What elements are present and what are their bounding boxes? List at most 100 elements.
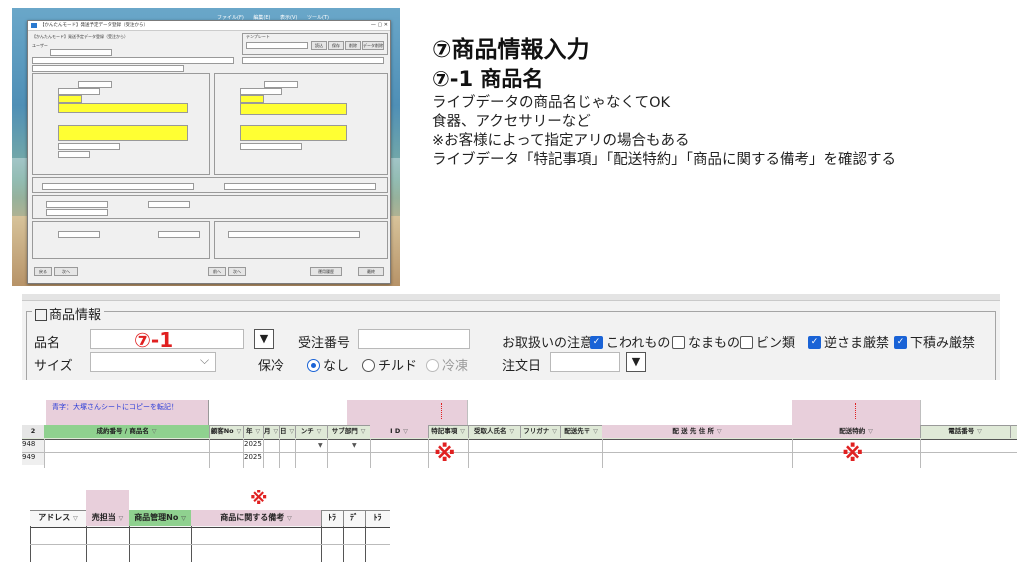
col-extra-1[interactable]: ﾄﾗ bbox=[321, 510, 344, 526]
sender-address[interactable] bbox=[58, 103, 188, 113]
history-button[interactable]: 運用履歴 bbox=[310, 267, 342, 276]
product-info-legend[interactable]: 商品情報 bbox=[32, 304, 105, 323]
order-date-input[interactable] bbox=[550, 352, 620, 372]
product-name-mini[interactable] bbox=[46, 201, 108, 208]
sender-zip[interactable] bbox=[58, 95, 82, 103]
row-number[interactable]: 949 bbox=[22, 453, 44, 465]
instruction-line-4: ライブデータ「特記事項」「配送特約」「商品に関する備考」を確認する bbox=[432, 152, 896, 168]
checkbox-checked-icon[interactable]: ✓ bbox=[808, 336, 821, 349]
recipient-zip[interactable] bbox=[240, 95, 264, 103]
recipient-address[interactable] bbox=[240, 103, 347, 115]
col-extra-2[interactable]: ﾃﾞ bbox=[343, 510, 366, 526]
col-address[interactable]: アドレス ▽ bbox=[30, 510, 87, 526]
cool-none[interactable]: なし bbox=[307, 355, 349, 374]
recipient-phone[interactable] bbox=[240, 88, 282, 95]
product-info-form: 商品情報 品名 ⑦-1 ▼ 受注番号 お取扱いの注意 ✓ こわれもの なまもの ビ… bbox=[22, 294, 1000, 386]
handling-no-stacking[interactable]: ✓ 下積み厳禁 bbox=[894, 332, 975, 351]
handling-label: お取扱いの注意 bbox=[502, 336, 594, 351]
window-controls[interactable]: — ▢ ✕ bbox=[371, 22, 388, 28]
options-row[interactable] bbox=[32, 57, 234, 64]
sender-mail[interactable] bbox=[58, 143, 120, 150]
app-window: 【かんたんモード】発送予定データ登録（受注から） — ▢ ✕ 【かんたんモード】… bbox=[27, 20, 391, 284]
ship-date-mini[interactable] bbox=[58, 231, 100, 238]
col-furigana[interactable]: フリガナ ▽ bbox=[520, 425, 561, 438]
radio-selected-icon[interactable] bbox=[307, 359, 320, 372]
cell-dropdown-icon[interactable]: ▼ bbox=[352, 442, 357, 449]
app-screenshot: ファイル(F) 編集(E) 表示(V) ツール(T) 【かんたんモード】発送予定… bbox=[12, 8, 400, 286]
row-header[interactable]: 2 bbox=[22, 425, 45, 438]
billing-mini[interactable] bbox=[228, 231, 360, 238]
handling-no-upside-down[interactable]: ✓ 逆さま厳禁 bbox=[808, 332, 889, 351]
note-cell[interactable]: 青字：大塚さんシートにコピーを転記！ bbox=[46, 400, 209, 426]
col-year[interactable]: 年 ▽ bbox=[243, 425, 264, 438]
recipient-mail[interactable] bbox=[240, 143, 302, 150]
col-sales-rep[interactable]: 売担当 ▽ bbox=[86, 510, 130, 526]
product-name-dropdown[interactable]: ▼ bbox=[254, 329, 274, 349]
col-phone[interactable]: 電話番号 ▽ bbox=[920, 425, 1011, 438]
save-template-button[interactable]: 保存 bbox=[328, 41, 344, 50]
col-customer-no[interactable]: 顧客No ▽ bbox=[209, 425, 244, 438]
final-button[interactable]: 最終 bbox=[358, 267, 384, 276]
sender-phone[interactable] bbox=[58, 88, 100, 95]
sender-code[interactable] bbox=[78, 81, 112, 88]
order-date-dropdown[interactable]: ▼ bbox=[626, 352, 646, 372]
delete-template-button[interactable]: 削除 bbox=[345, 41, 361, 50]
load-button[interactable]: 読込 bbox=[311, 41, 327, 50]
spreadsheet-bottom: ※ アドレス ▽ 売担当 ▽ 商品管理No ▽ 商品に関する備考 ▽ ﾄﾗ ﾃﾞ… bbox=[30, 490, 390, 562]
mode-label: 【かんたんモード】発送予定データ登録（受注から） bbox=[32, 34, 128, 39]
col-id[interactable]: I D ▽ bbox=[370, 425, 429, 438]
history-row[interactable] bbox=[242, 57, 384, 64]
section-title: ⑦-1 商品名 bbox=[432, 67, 544, 91]
col-month[interactable]: 月 ▽ bbox=[263, 425, 280, 438]
year-cell[interactable]: 2025 bbox=[244, 440, 262, 448]
chevron-down-icon[interactable]: ⌵ bbox=[200, 353, 209, 368]
col-product-remarks[interactable]: 商品に関する備考 ▽ bbox=[191, 510, 322, 526]
next-button[interactable]: 次へ bbox=[228, 267, 246, 276]
data-delete-button[interactable]: データ削除 bbox=[362, 41, 384, 50]
radio-icon[interactable] bbox=[362, 359, 375, 372]
checkbox-icon[interactable] bbox=[740, 336, 753, 349]
collapse-icon[interactable] bbox=[35, 308, 47, 321]
sender-extra[interactable] bbox=[58, 151, 90, 158]
size-mini[interactable] bbox=[46, 209, 108, 216]
size-select[interactable] bbox=[90, 352, 216, 372]
col-special-notes[interactable]: 特記事項 ▽ bbox=[428, 425, 469, 438]
col-recipient-name[interactable]: 受取人氏名 ▽ bbox=[468, 425, 521, 438]
order-date-label: 注文日 bbox=[502, 359, 542, 374]
date-field[interactable] bbox=[50, 49, 112, 56]
prev-button[interactable]: 前へ bbox=[208, 267, 226, 276]
recipient-code[interactable] bbox=[264, 81, 298, 88]
checkbox-checked-icon[interactable]: ✓ bbox=[590, 336, 603, 349]
handling-perishable[interactable]: なまもの bbox=[672, 332, 740, 351]
ship-time-mini[interactable] bbox=[158, 231, 200, 238]
header-bg-2 bbox=[427, 400, 468, 426]
note2-field[interactable] bbox=[224, 183, 376, 190]
checkbox-icon[interactable] bbox=[672, 336, 685, 349]
order-no-mini[interactable] bbox=[148, 201, 190, 208]
template-select[interactable] bbox=[246, 42, 308, 49]
year-cell[interactable]: 2025 bbox=[244, 453, 262, 461]
row-number[interactable]: 948 bbox=[22, 440, 44, 452]
col-sub-dept[interactable]: サブ部門 ▽ bbox=[327, 425, 371, 438]
back-button[interactable]: 戻る bbox=[34, 267, 52, 276]
sender-row[interactable] bbox=[32, 65, 184, 72]
cell-dropdown-icon[interactable]: ▼ bbox=[318, 442, 323, 449]
sender-name[interactable] bbox=[58, 125, 188, 141]
col-delivery-zip[interactable]: 配送先〒 ▽ bbox=[560, 425, 603, 438]
col-delivery-terms[interactable]: 配送特約 ▽ bbox=[792, 425, 921, 438]
col-product-mgmt-no[interactable]: 商品管理No ▽ bbox=[129, 510, 192, 526]
next-mini-button[interactable]: 次へ bbox=[54, 267, 78, 276]
col-day[interactable]: 日 ▽ bbox=[279, 425, 296, 438]
scrollbar-track[interactable] bbox=[22, 294, 1000, 301]
col-contract-product[interactable]: 成約番号 / 商品名 ▽ bbox=[44, 425, 210, 438]
note1-field[interactable] bbox=[42, 183, 194, 190]
col-extra-3[interactable]: ﾄﾗ bbox=[365, 510, 390, 526]
handling-bottles[interactable]: ビン類 bbox=[740, 332, 795, 351]
recipient-name[interactable] bbox=[240, 125, 347, 141]
col-inch[interactable]: ンチ ▽ bbox=[295, 425, 328, 438]
checkbox-checked-icon[interactable]: ✓ bbox=[894, 336, 907, 349]
cool-chilled[interactable]: チルド bbox=[362, 355, 417, 374]
col-delivery-address[interactable]: 配 送 先 住 所 ▽ bbox=[602, 425, 793, 438]
order-no-input[interactable] bbox=[358, 329, 470, 349]
handling-fragile[interactable]: ✓ こわれもの bbox=[590, 332, 670, 351]
